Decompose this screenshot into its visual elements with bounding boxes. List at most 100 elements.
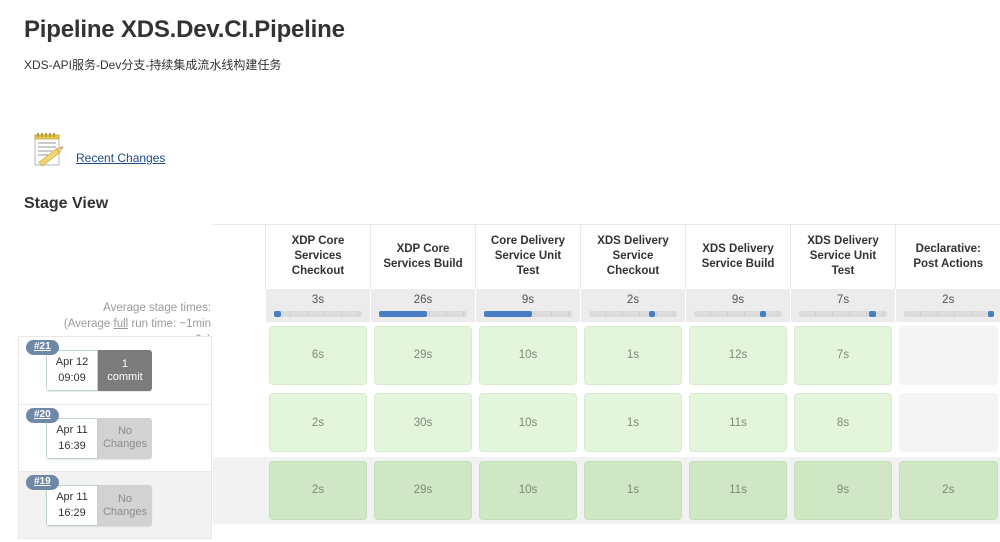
build-changes-label: No Changes bbox=[102, 492, 148, 518]
bar-fill bbox=[274, 310, 282, 317]
average-time-bar bbox=[379, 310, 467, 317]
bar-fill bbox=[379, 310, 428, 317]
build-changes-box[interactable]: 1 commit bbox=[98, 350, 152, 391]
bar-ticks bbox=[904, 310, 993, 317]
stage-duration-box[interactable]: 1s bbox=[584, 460, 682, 520]
stage-duration-box[interactable]: 11s bbox=[689, 393, 787, 453]
header-spacer-cell bbox=[212, 224, 266, 289]
average-stage-times-line1: Average stage times: bbox=[103, 302, 211, 314]
recent-changes-row[interactable]: Recent Changes bbox=[30, 130, 165, 170]
stage-run-row: 2s 30s 10s 1s 11s 8s bbox=[212, 389, 1000, 457]
stage-cell-4: 1s bbox=[580, 456, 686, 524]
average-time-bar bbox=[799, 310, 887, 317]
stage-view-title: Stage View bbox=[24, 195, 109, 212]
build-datetime: Apr 12 09:09 bbox=[46, 350, 98, 391]
stage-header-3: Core Delivery Service Unit Test bbox=[475, 224, 581, 289]
build-badges-column: #21 Apr 12 09:09 1 commit #20 Apr 11 16:39 No Cha… bbox=[18, 336, 212, 539]
build-number-badge[interactable]: #21 bbox=[26, 340, 59, 355]
average-time-cell-7: 2s bbox=[895, 288, 1000, 322]
stage-duration-box[interactable]: 7s bbox=[794, 325, 892, 385]
bar-ticks bbox=[274, 310, 362, 317]
bar-fill bbox=[869, 310, 876, 317]
stage-header-7: Declarative: Post Actions bbox=[895, 224, 1000, 289]
stage-duration-box[interactable]: 10s bbox=[479, 325, 577, 385]
average-time-bar bbox=[589, 310, 677, 317]
run-spacer-cell bbox=[212, 321, 266, 389]
stage-duration-box[interactable]: 10s bbox=[479, 460, 577, 520]
stage-cell-3: 10s bbox=[475, 456, 581, 524]
stage-cell-1: 2s bbox=[265, 456, 371, 524]
stage-runs-body: 6s 29s 10s 1s 12s 7s 2s 30s 10s 1s 11s 8s 2s 29s 10s 1s… bbox=[212, 321, 1000, 524]
average-time-cell-1: 3s bbox=[265, 288, 371, 322]
build-date-value: Apr 11 bbox=[56, 491, 88, 503]
stage-cell-2: 29s bbox=[370, 321, 476, 389]
build-number-badge[interactable]: #19 bbox=[26, 475, 59, 490]
build-card[interactable]: Apr 11 16:29 No Changes bbox=[46, 485, 152, 526]
page-title: Pipeline XDS.Dev.CI.Pipeline bbox=[24, 16, 345, 43]
stage-duration-box[interactable]: 12s bbox=[689, 325, 787, 385]
bar-fill bbox=[484, 310, 533, 317]
stage-duration-box[interactable]: 2s bbox=[269, 393, 367, 453]
stage-duration-box[interactable]: 9s bbox=[794, 460, 892, 520]
stage-duration-box[interactable]: 8s bbox=[794, 393, 892, 453]
stage-duration-box[interactable]: 2s bbox=[899, 460, 998, 520]
stage-duration-box[interactable]: 10s bbox=[479, 393, 577, 453]
avg-full-underline: full bbox=[113, 318, 129, 330]
average-time-cell-5: 9s bbox=[685, 288, 791, 322]
average-time-cell-3: 9s bbox=[475, 288, 581, 322]
average-time-bar bbox=[904, 310, 994, 317]
build-datetime: Apr 11 16:39 bbox=[46, 417, 98, 459]
stage-cell-2: 29s bbox=[370, 456, 476, 524]
build-row: #20 Apr 11 16:39 No Changes bbox=[18, 403, 212, 471]
stage-cell-3: 10s bbox=[475, 321, 581, 389]
stage-empty-box bbox=[899, 393, 998, 453]
stage-duration-box[interactable]: 2s bbox=[269, 460, 367, 520]
stage-cell-7 bbox=[895, 321, 1000, 389]
stage-duration-box[interactable]: 11s bbox=[689, 460, 787, 520]
bar-fill bbox=[648, 310, 655, 317]
stage-cell-6: 8s bbox=[790, 389, 896, 457]
stage-duration-box[interactable]: 29s bbox=[374, 460, 472, 520]
stage-header-row: XDP Core Services Checkout XDP Core Servi… bbox=[212, 224, 1000, 289]
average-time-cell-6: 7s bbox=[790, 288, 896, 322]
bar-ticks bbox=[589, 310, 677, 317]
stage-duration-box[interactable]: 1s bbox=[584, 393, 682, 453]
build-changes-label: No Changes bbox=[102, 425, 148, 450]
stage-cell-2: 30s bbox=[370, 389, 476, 457]
stage-duration-box[interactable]: 29s bbox=[374, 325, 472, 385]
build-card[interactable]: Apr 11 16:39 No Changes bbox=[46, 417, 152, 459]
build-time-value: 16:39 bbox=[58, 439, 86, 452]
stage-header-1: XDP Core Services Checkout bbox=[265, 224, 371, 289]
stage-cell-1: 2s bbox=[265, 389, 371, 457]
recent-changes-link[interactable]: Recent Changes bbox=[76, 151, 165, 170]
build-card[interactable]: Apr 12 09:09 1 commit bbox=[46, 350, 152, 391]
average-spacer-cell bbox=[212, 288, 266, 322]
average-time-value: 9s bbox=[731, 293, 745, 306]
stage-duration-box[interactable]: 30s bbox=[374, 393, 472, 453]
average-time-value: 3s bbox=[311, 293, 325, 306]
run-spacer-cell bbox=[212, 456, 266, 524]
average-time-bar bbox=[274, 310, 362, 317]
avg-suffix: run time: ~1min bbox=[128, 318, 211, 330]
stage-cell-3: 10s bbox=[475, 389, 581, 457]
average-time-value: 2s bbox=[626, 293, 640, 306]
build-number-badge[interactable]: #20 bbox=[26, 407, 59, 423]
average-times-row: 3s 26s 9s 2s 9s 7s 2s bbox=[212, 288, 1000, 322]
build-datetime: Apr 11 16:29 bbox=[46, 485, 98, 526]
stage-duration-box[interactable]: 1s bbox=[584, 325, 682, 385]
stage-cell-5: 12s bbox=[685, 321, 791, 389]
build-changes-box[interactable]: No Changes bbox=[98, 485, 152, 526]
average-run-time-line2: (Average full run time: ~1min bbox=[21, 316, 211, 332]
build-changes-label: 1 commit bbox=[107, 357, 143, 383]
build-changes-box[interactable]: No Changes bbox=[98, 417, 152, 459]
stage-header-5: XDS Delivery Service Build bbox=[685, 224, 791, 289]
stage-cell-7: 2s bbox=[895, 456, 1000, 524]
run-spacer-cell bbox=[212, 389, 266, 457]
build-date-value: Apr 11 bbox=[56, 423, 88, 436]
average-time-cell-4: 2s bbox=[580, 288, 686, 322]
stage-view-table: XDP Core Services Checkout XDP Core Servi… bbox=[212, 224, 1000, 524]
build-row: #19 Apr 11 16:29 No Changes bbox=[18, 471, 212, 539]
notepad-pencil-icon bbox=[30, 130, 70, 170]
stage-empty-box bbox=[899, 325, 998, 385]
stage-duration-box[interactable]: 6s bbox=[269, 325, 367, 385]
